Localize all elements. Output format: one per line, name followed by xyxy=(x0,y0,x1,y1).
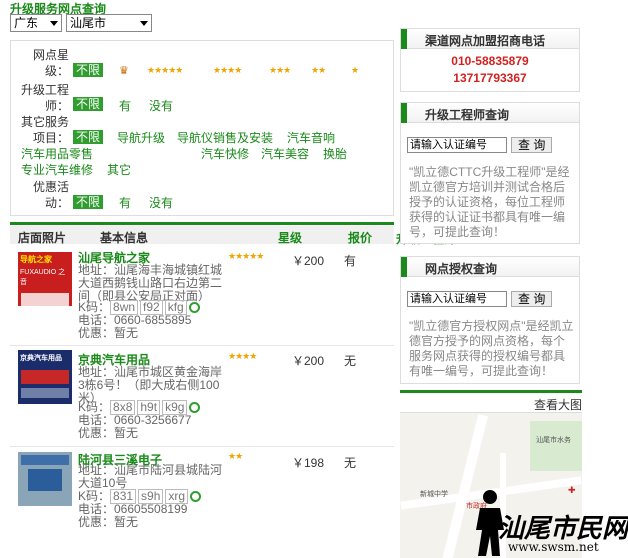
store-stars: ★★★★ xyxy=(228,351,257,361)
watermark-url: www.swsm.net xyxy=(508,540,599,554)
outlet-query-desc: "凯立德官方授权网点"是经凯立德官方授予的网点资格，每个服务网点获得的授权编号都… xyxy=(409,319,574,378)
list-item: 京典汽车用品 京典汽车用品 地址：汕尾市城区黄金海岸3栋6号！（即大成右侧100… xyxy=(10,348,394,444)
province-select[interactable]: 广东 xyxy=(10,14,62,32)
col-photo: 店面照片 xyxy=(18,231,67,245)
store-photo[interactable]: 京典汽车用品 xyxy=(18,350,72,404)
engineer-option-yes[interactable]: 有 xyxy=(119,97,131,114)
divider xyxy=(10,345,394,346)
divider xyxy=(10,446,394,447)
engineer-query-title-bar: 升级工程师查询 xyxy=(401,103,579,123)
store-stars: ★★ xyxy=(228,451,243,461)
outlet-query-button[interactable]: 查 询 xyxy=(511,291,553,307)
engineer-option-any[interactable]: 不限 xyxy=(73,97,104,111)
chevron-down-icon xyxy=(140,21,148,26)
map-label-water: 汕尾市水务 xyxy=(536,437,571,444)
view-large-map-link[interactable]: 查看大图 xyxy=(534,396,582,413)
store-price: ￥198 xyxy=(292,456,325,470)
store-price: ￥200 xyxy=(292,354,325,368)
promo-option-any[interactable]: 不限 xyxy=(73,195,104,209)
other-option-tire[interactable]: 换胎 xyxy=(323,145,347,162)
col-price: 报价 xyxy=(348,231,373,245)
outlet-query-title-bar: 网点授权查询 xyxy=(401,257,579,277)
rating-option-5star[interactable]: ★★★★★ xyxy=(147,65,183,76)
other-option-pro-repair[interactable]: 专业汽车维修 xyxy=(21,161,93,178)
list-item: 陆河县三溪电子 地址：汕尾市陆河县城陆河大道10号 K码： 831 s9h xrg 电… xyxy=(10,450,394,540)
engineer-query-desc: "凯立德CTTC升级工程师"是经凯立德官方培训并测试合格后授予的认证资格，每位工… xyxy=(409,165,570,239)
map-label-school: 新城中学 xyxy=(420,491,448,498)
other-option-quick-repair[interactable]: 汽车快修 xyxy=(201,145,249,162)
store-engineer: 无 xyxy=(344,354,357,368)
outlet-query-panel: 网点授权查询 请输入认证编号 查 询 "凯立德官方授权网点"是经凯立德官方授予的… xyxy=(400,256,580,384)
store-engineer: 有 xyxy=(344,254,357,268)
list-header: 店面照片 基本信息 星级 报价 xyxy=(10,226,394,245)
col-info: 基本信息 xyxy=(100,231,149,245)
other-option-supplies[interactable]: 汽车用品零售 xyxy=(21,145,93,162)
outlet-query-title: 网点授权查询 xyxy=(425,262,498,276)
hotline-phone-2: 13717793367 xyxy=(453,71,527,85)
filter-panel: 网点星 级： 不限 ♛ ★★★★★ ★★★★ ★★★ ★★ ★ 升级工程 师： … xyxy=(10,40,394,216)
hospital-icon: ✚ xyxy=(568,485,576,495)
location-icon[interactable] xyxy=(189,402,201,413)
list-item: 导航之家 FUXAUDIO 之音 汕尾导航之家 地址：汕尾海丰海城镇红城大道西鹅… xyxy=(10,248,394,344)
engineer-label-2: 师： xyxy=(45,99,70,113)
engineer-option-no[interactable]: 没有 xyxy=(149,97,173,114)
city-select[interactable]: 汕尾市 xyxy=(66,14,152,32)
location-icon[interactable] xyxy=(190,491,202,502)
hotline-title: 渠道网点加盟招商电话 xyxy=(425,34,546,48)
crown-icon: ♛ xyxy=(119,65,129,77)
hotline-title-bar: 渠道网点加盟招商电话 xyxy=(401,29,579,49)
store-promo: 优惠：暂无 xyxy=(78,515,139,529)
store-engineer: 无 xyxy=(344,456,357,470)
other-option-any[interactable]: 不限 xyxy=(73,130,104,144)
rating-option-any[interactable]: 不限 xyxy=(73,63,104,77)
hotline-phone-1: 010-58835879 xyxy=(451,54,529,68)
outlet-cert-input[interactable]: 请输入认证编号 xyxy=(407,291,507,307)
promo-label: 优惠活 xyxy=(33,180,70,194)
promo-option-no[interactable]: 没有 xyxy=(149,194,173,211)
other-label: 其它服务 xyxy=(21,115,70,129)
engineer-query-panel: 升级工程师查询 请输入认证编号 查 询 "凯立德CTTC升级工程师"是经凯立德官… xyxy=(400,102,580,244)
other-label-2: 项目： xyxy=(33,131,70,145)
other-option-others[interactable]: 其它 xyxy=(107,161,131,178)
promo-label-2: 动： xyxy=(45,196,70,210)
rating-option-2star[interactable]: ★★ xyxy=(311,65,326,76)
hotline-panel: 渠道网点加盟招商电话 010-58835879 13717793367 xyxy=(400,28,580,92)
chevron-down-icon xyxy=(50,21,58,26)
rating-label-2: 级： xyxy=(45,64,70,78)
store-stars: ★★★★★ xyxy=(228,251,264,261)
rating-option-4star[interactable]: ★★★★ xyxy=(213,65,242,76)
store-price: ￥200 xyxy=(292,254,325,268)
other-option-beauty[interactable]: 汽车美容 xyxy=(261,145,309,162)
engineer-query-title: 升级工程师查询 xyxy=(425,108,510,122)
location-icon[interactable] xyxy=(188,302,200,313)
other-option-audio[interactable]: 汽车音响 xyxy=(287,129,335,146)
store-promo: 优惠：暂无 xyxy=(78,326,139,340)
rating-label: 网点星 xyxy=(33,48,70,62)
rating-option-3star[interactable]: ★★★ xyxy=(269,65,291,76)
promo-option-yes[interactable]: 有 xyxy=(119,194,131,211)
rating-option-crown[interactable]: ♛ xyxy=(119,63,129,77)
engineer-label: 升级工程 xyxy=(21,83,70,97)
engineer-query-button[interactable]: 查 询 xyxy=(511,137,553,153)
list-divider xyxy=(10,222,394,225)
store-photo[interactable] xyxy=(18,452,72,506)
engineer-cert-input[interactable]: 请输入认证编号 xyxy=(407,137,507,153)
other-option-nav-upgrade[interactable]: 导航升级 xyxy=(117,129,165,146)
region-selects: 广东 汕尾市 xyxy=(10,14,152,32)
col-rank: 星级 xyxy=(278,231,303,245)
other-option-nav-sales[interactable]: 导航仪销售及安装 xyxy=(177,129,273,146)
store-photo[interactable]: 导航之家 FUXAUDIO 之音 xyxy=(18,252,72,309)
rating-option-1star[interactable]: ★ xyxy=(351,65,359,76)
store-promo: 优惠：暂无 xyxy=(78,426,139,440)
